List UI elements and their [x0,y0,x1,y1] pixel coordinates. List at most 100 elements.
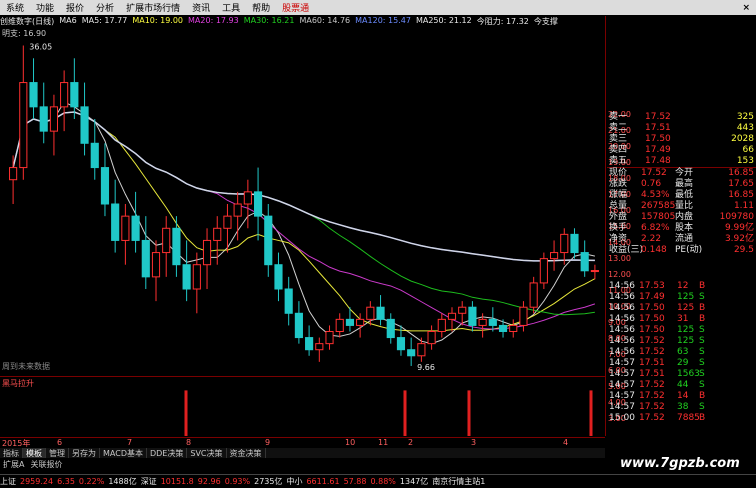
candle-body [39,106,48,132]
candle-body [253,191,263,217]
menu-item-function[interactable]: 功能 [30,1,60,14]
quote-row: 卖四 17.49 66 [607,145,756,156]
tick-row: 14:57 17.51 1563 S [607,369,756,380]
tick-cell: 125 [677,325,695,335]
quote-row: 外盘 157805 内盘 109780 [607,212,756,223]
close-icon[interactable]: × [742,3,756,13]
status-item: 2959.24 [20,477,54,486]
tick-row: 14:56 17.50 31 B [607,314,756,325]
quote-row: 净资 2.22 流通 3.92亿 [607,234,756,245]
stat-cell: 流通 [675,234,694,244]
tick-list: 14:56 17.53 12 B 14:56 17.49 125 S 14:56 17.50 125… [607,281,756,424]
stat-cell: 内盘 [675,212,694,222]
tick-cell: S [699,347,705,357]
sell-volume: 66 [742,145,754,155]
menu-item-tools[interactable]: 工具 [216,1,246,14]
kline-chart[interactable]: 36.05 9.66 [0,16,605,437]
candle-body [49,106,59,132]
stat-cell: PE(动) [675,245,703,255]
menu-item-system[interactable]: 系统 [0,1,30,14]
tick-row: 14:56 17.52 125 S [607,336,756,347]
tick-cell: 17.49 [639,292,665,302]
indicator-tab-bar: 指标 模板 管理 另存为 MACD基本 DDE决策 SVC决策 资金决策 [0,448,605,458]
tick-cell: 14:57 [609,358,635,368]
candle-body [305,337,314,351]
low-annotation: 9.66 [417,363,435,372]
menu-item-analysis[interactable]: 分析 [90,1,120,14]
candle-body [315,343,324,351]
candle-body [458,306,467,314]
tab-svc[interactable]: SVC决策 [187,448,227,458]
tab-macd[interactable]: MACD基本 [100,448,147,458]
status-item: 南京行情主站1 [432,477,486,486]
tick-cell: 17.50 [639,303,665,313]
panel-divider[interactable] [0,376,605,377]
quote-row: 总量 267585 量比 1.11 [607,201,756,212]
candle-body [233,203,242,217]
tab-dde[interactable]: DDE决策 [147,448,188,458]
tab-manage[interactable]: 管理 [46,448,69,458]
tab-ext-a[interactable]: 扩展A [0,459,27,469]
sell-price: 17.52 [645,112,671,122]
ma-legend: 创维数字(日线) MA6 MA5: 17.77 MA10: 19.00 MA20… [0,16,563,27]
tick-cell: 14:56 [609,281,635,291]
tick-cell: 14:56 [609,325,635,335]
stat-cell: 17.52 [641,168,667,178]
tick-cell: 7885 [677,413,700,423]
tick-cell: 14 [677,391,689,401]
stat-cell: 外盘 [609,212,628,222]
tick-cell: 17.53 [639,281,665,291]
chart-title: 创维数字(日线) [0,17,55,26]
tab-save-as[interactable]: 另存为 [69,448,100,458]
support-label: 今支撑 [533,17,558,26]
ma250-label: MA250: 21.12 [415,16,472,25]
menu-item-help[interactable]: 帮助 [246,1,276,14]
quote-row: 涨跌 0.76 最高 17.65 [607,179,756,190]
x-tick: 10 [345,438,356,447]
tick-row: 14:56 17.50 125 S [607,325,756,336]
tick-cell: 12 [677,281,689,291]
ma5-label: MA5: 17.77 [81,16,128,25]
candle-body [539,258,548,284]
menu-item-news[interactable]: 资讯 [186,1,216,14]
sell-label: 卖五 [609,156,628,166]
quote-row: 现价 17.52 今开 16.85 [607,168,756,179]
tick-cell: 17.52 [639,380,665,390]
candle-body [141,239,150,278]
tab-related-quote[interactable]: 关联报价 [27,459,65,469]
ma20-label: MA20: 17.93 [188,16,239,25]
candle-body [111,203,120,241]
tick-cell: 14:57 [609,402,635,412]
status-item: 中小 [286,477,303,486]
stat-cell: 3.92亿 [724,234,754,244]
stat-cell: 0.76 [641,179,662,189]
tick-cell: 14:56 [609,292,635,302]
sell-volume: 153 [736,156,754,166]
tab-indicator[interactable]: 指标 [0,448,23,458]
candle-body [417,343,426,357]
tab-fund[interactable]: 资金决策 [227,448,266,458]
tab-template[interactable]: 模板 [23,448,46,458]
stat-cell: 最低 [675,190,694,200]
candle-body [570,233,579,254]
quote-row: 卖二 17.51 443 [607,123,756,134]
stat-cell: 157805 [641,212,676,222]
quote-row: 卖五 17.48 153 [607,156,756,168]
quote-panel: 卖一 17.52 325 卖二 17.51 443 卖三 17.50 2028 卖四 17.49 66… [607,112,756,256]
sub-indicator-label: 黑马拉升 [2,379,34,388]
candle-body [192,264,201,290]
candle-body [151,252,161,278]
sell-price: 17.48 [645,156,671,166]
candle-body [172,227,181,266]
tick-cell: 63 [677,347,689,357]
stock-badge-button[interactable]: 股票通 [276,1,315,14]
candle-body [590,270,599,273]
candle-body [345,318,355,326]
tick-row: 14:56 17.49 125 S [607,292,756,303]
stat-cell: 16.85 [728,168,754,178]
menu-item-quote[interactable]: 报价 [60,1,90,14]
tick-cell: 17.52 [639,336,665,346]
ma60-label: MA60: 14.76 [299,16,351,25]
menu-item-ext-market[interactable]: 扩展市场行情 [120,1,186,14]
candle-body [447,312,457,320]
